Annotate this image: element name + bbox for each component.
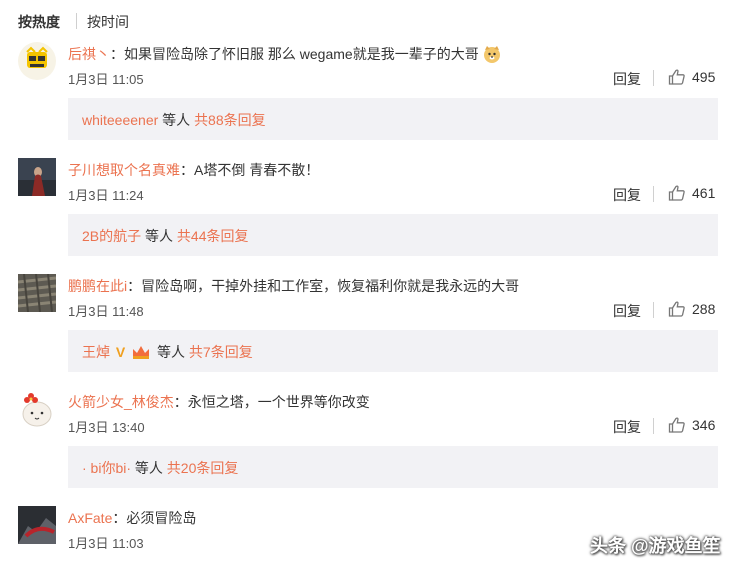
thumbs-up-icon [668,417,685,433]
comment-item: 后祺丶：如果冒险岛除了怀旧服 那么 wegame就是我一辈子的大哥 1月3日 1… [0,42,744,158]
reply-username[interactable]: 2B的航子 [82,228,141,244]
comment-text-line: 子川想取个名真难：A塔不倒 青春不散！ [68,160,319,180]
thumbs-up-icon [668,185,685,201]
reply-username[interactable]: 王焯 [82,344,110,360]
avatar-image [18,506,56,544]
comment-time: 1月3日 13:40 [68,420,145,435]
reply-button[interactable]: 回复 [613,417,641,437]
sort-by-hot-tab[interactable]: 按热度 [18,12,60,32]
comment-text-line: 后祺丶：如果冒险岛除了怀旧服 那么 wegame就是我一辈子的大哥 [68,44,501,64]
comment-text-line: AxFate：必须冒险岛 [68,508,196,528]
like-button[interactable]: 288 [668,298,715,320]
like-button[interactable]: 495 [668,66,715,88]
comment-text: 如果冒险岛除了怀旧服 那么 wegame就是我一辈子的大哥 [124,46,479,62]
reply-etc-label: 等人 [157,344,186,360]
verified-v-icon: V [115,344,126,360]
comment-username[interactable]: 子川想取个名真难 [68,162,180,178]
comment-username[interactable]: 鹏鹏在此i [68,278,127,294]
user-avatar[interactable] [18,506,56,544]
sort-divider [76,13,77,29]
comment-username[interactable]: 后祺丶 [68,46,110,62]
comment-item: 火箭少女_林俊杰：永恒之塔，一个世界等你改变 1月3日 13:40 回复 346… [0,390,744,506]
comment-time: 1月3日 11:48 [68,304,144,319]
comment-text: A塔不倒 青春不散！ [194,162,320,178]
comment-item: 鹏鹏在此i：冒险岛啊，干掉外挂和工作室，恢复福利你就是我永远的大哥 1月3日 1… [0,274,744,390]
comment-text: 冒险岛啊，干掉外挂和工作室，恢复福利你就是我永远的大哥 [141,278,520,294]
comment-text-line: 火箭少女_林俊杰：永恒之塔，一个世界等你改变 [68,392,370,412]
like-count: 495 [692,69,716,85]
reply-summary-box[interactable]: · bi你bi· 等人 共20条回复 [68,446,718,488]
reply-button[interactable]: 回复 [613,301,641,321]
reply-total-link[interactable]: 共88条回复 [194,112,266,128]
reply-summary-box[interactable]: 王焯 V 等人 共7条回复 [68,330,718,372]
comment-time: 1月3日 11:03 [68,536,144,551]
like-button[interactable]: 346 [668,414,715,436]
reply-total-link[interactable]: 共44条回复 [177,228,249,244]
like-count: 461 [692,185,716,201]
comment-text: 必须冒险岛 [126,510,197,526]
reply-etc-label: 等人 [162,112,191,128]
user-avatar[interactable] [18,274,56,312]
colon-separator: ： [110,46,124,62]
user-avatar[interactable] [18,158,56,196]
reply-username[interactable]: whiteeeener [82,112,158,128]
sort-bar: 按热度 按时间 [0,0,744,40]
reply-summary-box[interactable]: whiteeeener 等人 共88条回复 [68,98,718,140]
reply-button[interactable]: 回复 [613,185,641,205]
reply-etc-label: 等人 [134,460,163,476]
action-divider [653,302,654,318]
comment-text-line: 鹏鹏在此i：冒险岛啊，干掉外挂和工作室，恢复福利你就是我永远的大哥 [68,276,519,296]
reply-total-link[interactable]: 共7条回复 [189,344,253,360]
sort-by-time-tab[interactable]: 按时间 [87,12,129,32]
comment-username[interactable]: AxFate [68,510,112,526]
comment-time: 1月3日 11:24 [68,188,144,203]
reply-button[interactable]: 回复 [613,69,641,89]
reply-summary-box[interactable]: 2B的航子 等人 共44条回复 [68,214,718,256]
thumbs-up-icon [668,69,685,85]
thumbs-up-icon [668,301,685,317]
comment-item: 子川想取个名真难：A塔不倒 青春不散！ 1月3日 11:24 回复 461 2B… [0,158,744,274]
like-count: 346 [692,417,716,433]
comment-username[interactable]: 火箭少女_林俊杰 [68,394,174,410]
action-divider [653,70,654,86]
vip-crown-icon [133,346,150,359]
like-count: 288 [692,301,716,317]
reply-total-link[interactable]: 共20条回复 [167,460,239,476]
action-divider [653,186,654,202]
avatar-image [18,274,56,312]
colon-separator: ： [112,510,127,526]
reply-username[interactable]: · bi你bi· [82,460,131,476]
doge-emoji-icon [483,46,500,63]
colon-separator: ： [180,162,194,178]
action-divider [653,418,654,434]
like-button[interactable]: 461 [668,182,715,204]
comment-time: 1月3日 11:05 [68,72,144,87]
avatar-image [18,42,56,80]
avatar-image [18,158,56,196]
comment-text: 永恒之塔，一个世界等你改变 [187,394,370,410]
colon-separator: ： [127,278,142,294]
colon-separator: ： [173,394,188,410]
user-avatar[interactable] [18,42,56,80]
watermark-text: 头条 @游戏鱼笙 [590,536,721,556]
avatar-image [18,390,56,428]
reply-etc-label: 等人 [145,228,174,244]
user-avatar[interactable] [18,390,56,428]
